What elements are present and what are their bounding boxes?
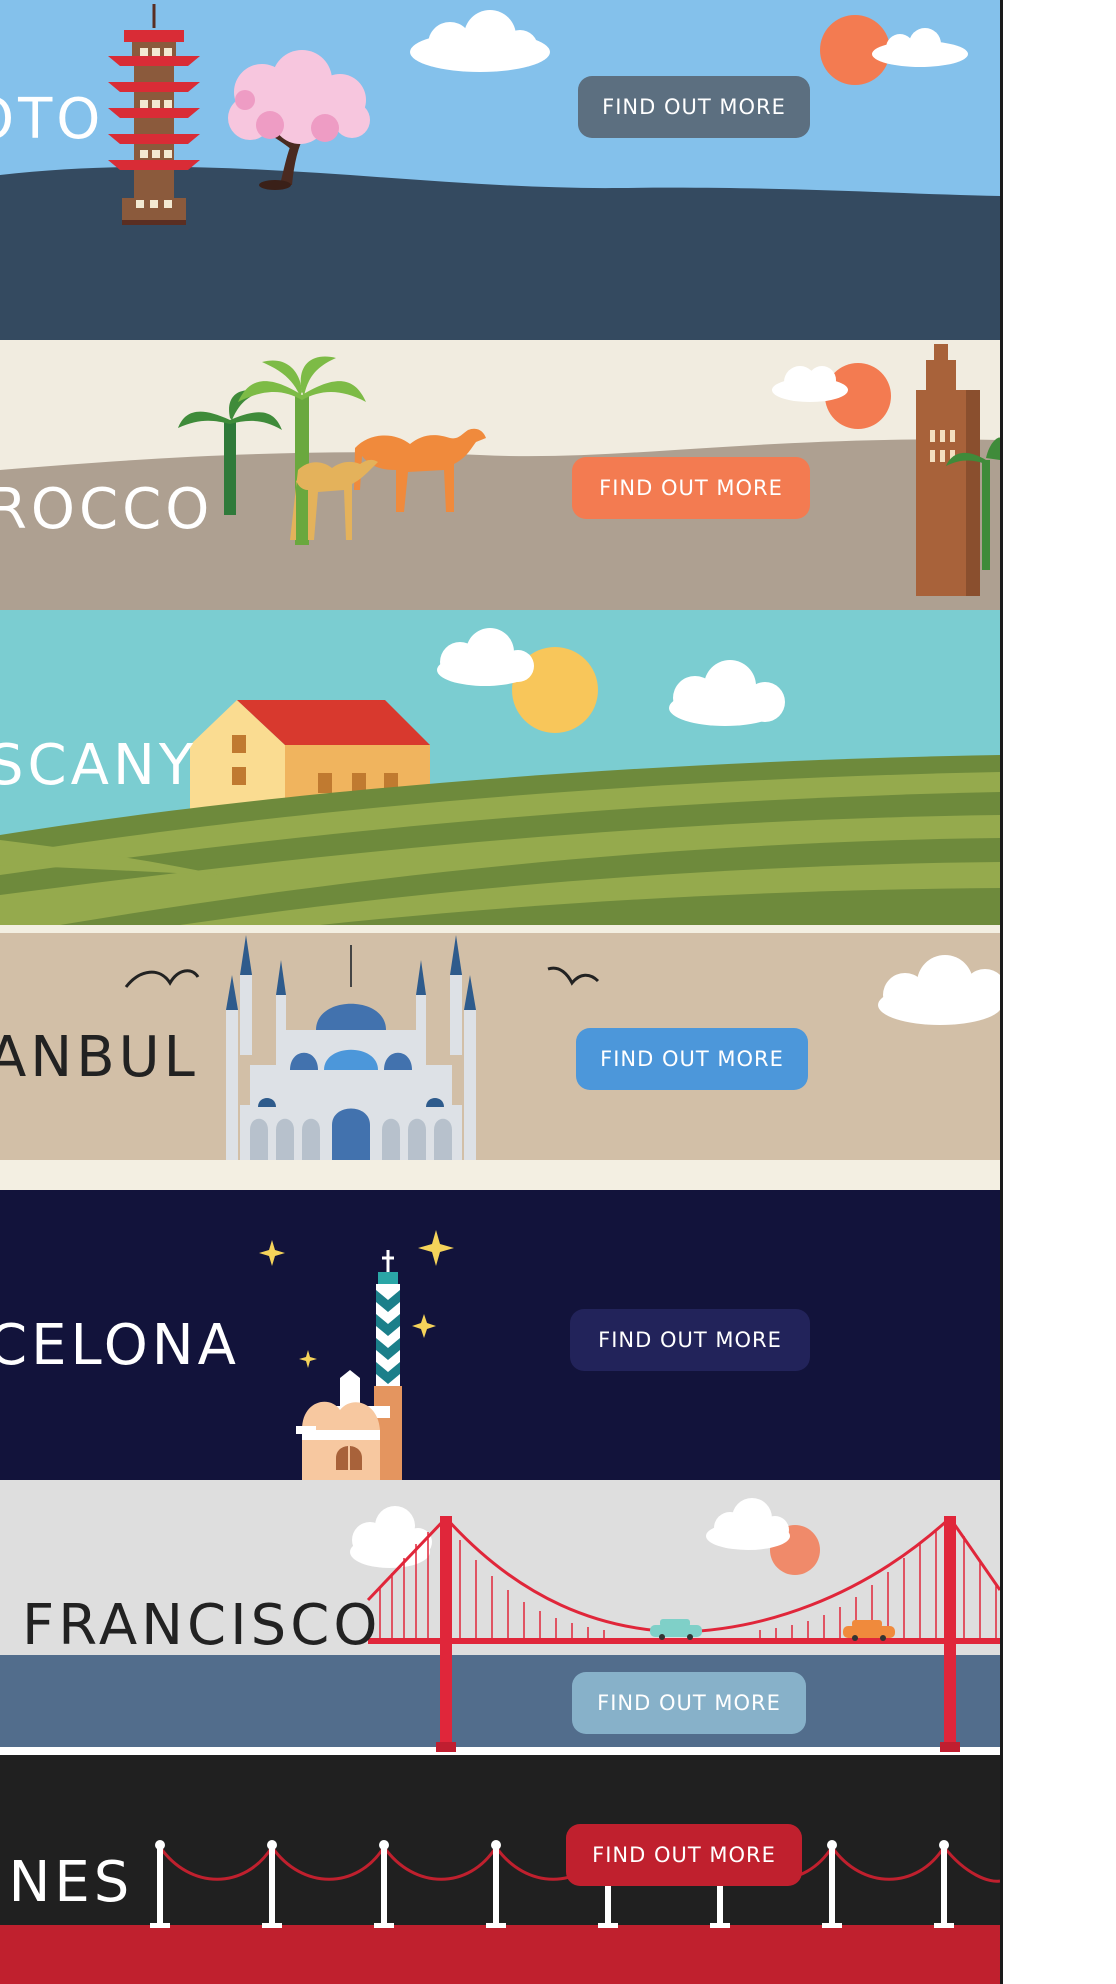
strip-edge (1000, 0, 1003, 1984)
morocco-illustration (0, 340, 1000, 610)
banner-kyoto: OTO FIND OUT MORE (0, 0, 1000, 340)
destination-name: CELONA (0, 1313, 240, 1378)
find-out-more-button[interactable]: FIND OUT MORE (572, 457, 810, 519)
kyoto-illustration (0, 0, 1000, 340)
destination-name: ANBUL (0, 1025, 199, 1090)
banner-morocco: ROCCO FIND OUT MORE (0, 340, 1000, 610)
find-out-more-button[interactable]: FIND OUT MORE (578, 76, 810, 138)
destination-name: OTO (0, 87, 105, 152)
destination-name: ROCCO (0, 477, 214, 542)
destination-banner-strip: OTO FIND OUT MORE (0, 0, 1000, 1984)
find-out-more-button[interactable]: FIND OUT MORE (576, 1028, 808, 1090)
banner-cannes: INES FIND OUT MORE (0, 1755, 1000, 1984)
cannes-illustration (0, 1755, 1000, 1984)
banner-istanbul: ANBUL FIND OUT MORE (0, 925, 1000, 1190)
destination-name: SCANY (0, 733, 198, 798)
banner-barcelona: CELONA FIND OUT MORE (0, 1190, 1000, 1480)
find-out-more-button[interactable]: FIND OUT MORE (570, 1309, 810, 1371)
destination-name: INES (0, 1850, 134, 1915)
find-out-more-button[interactable]: FIND OUT MORE (566, 1824, 802, 1886)
banner-san-francisco: FRANCISCO FIND OUT MORE (0, 1480, 1000, 1755)
find-out-more-button[interactable]: FIND OUT MORE (572, 1672, 806, 1734)
destination-name: FRANCISCO (22, 1593, 382, 1658)
banner-tuscany: SCANY (0, 610, 1000, 925)
